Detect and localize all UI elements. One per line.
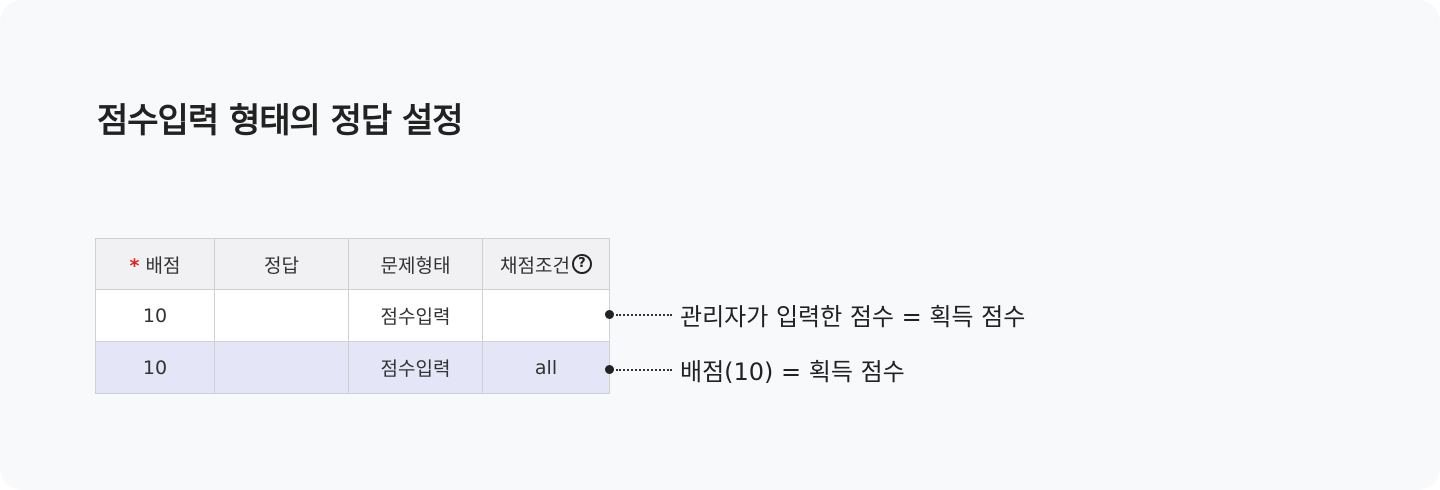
- pointer-dot: [605, 365, 614, 374]
- cell-score: 10: [95, 341, 215, 394]
- header-type: 문제형태: [348, 238, 483, 290]
- pointer-dot: [605, 310, 614, 319]
- table-header-row: * 배점 정답 문제형태 채점조건?: [95, 238, 610, 290]
- annotation-row-2: 배점(10) = 획득 점수: [605, 352, 905, 387]
- header-score: * 배점: [95, 238, 215, 290]
- cell-answer[interactable]: [214, 341, 349, 394]
- score-table: * 배점 정답 문제형태 채점조건? 10 점수입력 10 점수입력 all: [95, 238, 610, 394]
- question-circle-icon[interactable]: ?: [571, 254, 592, 274]
- annotation-row-1: 관리자가 입력한 점수 = 획득 점수: [605, 297, 1025, 332]
- table-row: 10 점수입력 all: [95, 341, 610, 394]
- pointer-line: [616, 368, 672, 371]
- content-card: 점수입력 형태의 정답 설정 * 배점 정답 문제형태 채점조건? 10 점수입력…: [0, 0, 1440, 490]
- header-answer: 정답: [214, 238, 349, 290]
- page-title: 점수입력 형태의 정답 설정: [97, 101, 464, 141]
- cell-score: 10: [95, 289, 215, 342]
- header-condition-label: 채점조건: [500, 254, 570, 277]
- pointer-line: [616, 313, 672, 316]
- header-condition: 채점조건?: [482, 238, 610, 290]
- required-mark: *: [129, 254, 140, 277]
- annotation-text: 관리자가 입력한 점수 = 획득 점수: [680, 303, 1026, 331]
- cell-condition: all: [482, 341, 610, 394]
- cell-answer[interactable]: [214, 289, 349, 342]
- header-score-label: 배점: [145, 254, 181, 277]
- cell-type: 점수입력: [348, 341, 483, 394]
- table-row: 10 점수입력: [95, 289, 610, 342]
- annotation-text: 배점(10) = 획득 점수: [680, 358, 905, 386]
- cell-condition: [482, 289, 610, 342]
- cell-type: 점수입력: [348, 289, 483, 342]
